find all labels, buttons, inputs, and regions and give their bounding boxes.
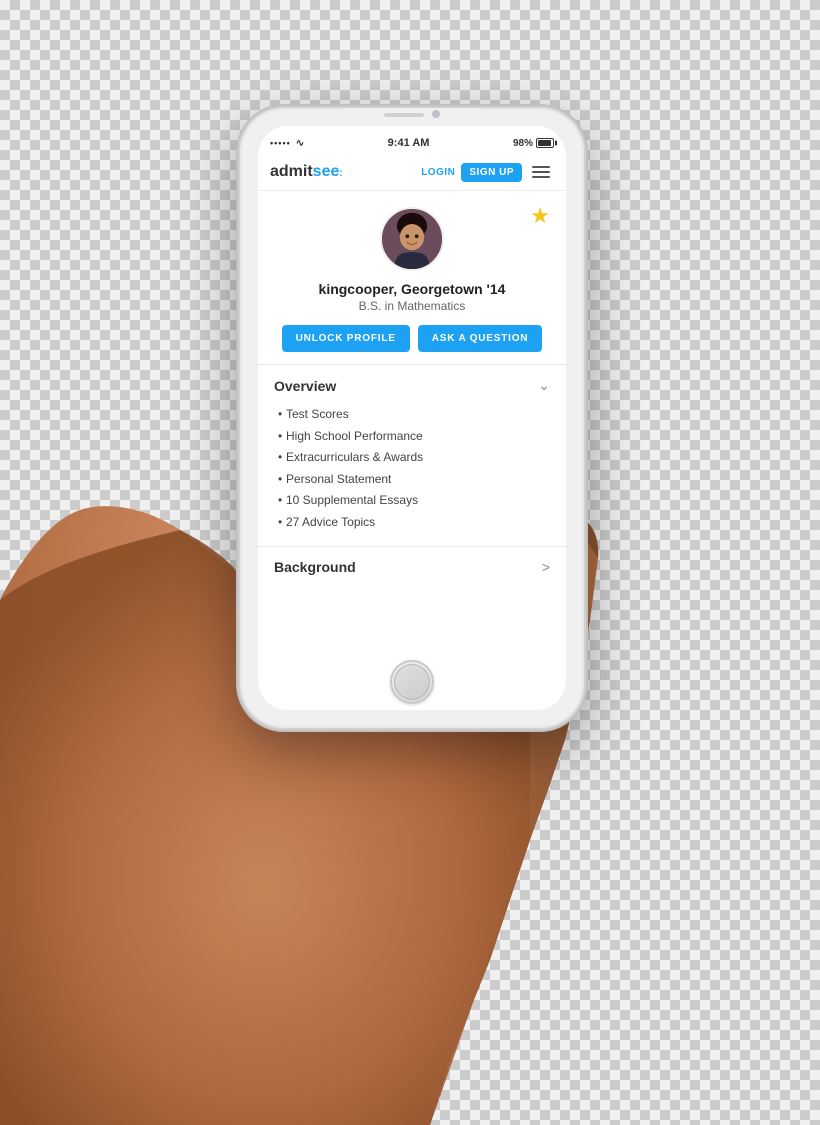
navbar: admitsee: LOGIN SIGN UP — [258, 154, 566, 191]
signup-button[interactable]: SIGN UP — [461, 163, 522, 182]
overview-title: Overview — [274, 378, 336, 394]
battery-icon — [536, 138, 554, 148]
hamburger-line-2 — [532, 171, 550, 173]
background-section: Background > — [258, 546, 566, 587]
signal-status: ••••• ∿ — [270, 138, 304, 149]
unlock-profile-button[interactable]: UNLOCK PROFILE — [282, 325, 410, 352]
battery-percentage: 98% — [513, 138, 533, 149]
profile-degree: B.S. in Mathematics — [359, 299, 466, 313]
overview-item-supplemental: 10 Supplemental Essays — [278, 490, 550, 512]
profile-name: kingcooper, Georgetown '14 — [319, 281, 506, 297]
profile-section: ★ — [258, 191, 566, 364]
time-display: 9:41 AM — [388, 137, 430, 149]
username: kingcooper, — [319, 281, 398, 297]
overview-item-extracurriculars: Extracurriculars & Awards — [278, 447, 550, 469]
phone-speaker — [384, 113, 424, 117]
home-button-inner — [394, 664, 430, 700]
star-icon[interactable]: ★ — [530, 203, 550, 229]
overview-item-hs-performance: High School Performance — [278, 426, 550, 448]
avatar — [380, 207, 444, 271]
hamburger-menu[interactable] — [528, 162, 554, 182]
battery-status: 98% — [513, 138, 554, 149]
login-button[interactable]: LOGIN — [421, 167, 455, 178]
logo-text-blue: see — [313, 163, 340, 180]
overview-section-header[interactable]: Overview ⌄ — [274, 377, 550, 394]
app-logo: admitsee: — [270, 163, 421, 181]
wifi-icon: ∿ — [296, 138, 304, 149]
hamburger-line-3 — [532, 176, 550, 178]
phone-device: ••••• ∿ 9:41 AM 98% admitsee: — [240, 108, 584, 728]
logo-suffix: : — [339, 168, 342, 179]
battery-fill — [538, 140, 551, 146]
ask-question-button[interactable]: ASK A QUESTION — [418, 325, 543, 352]
front-camera — [432, 110, 440, 118]
chevron-right-icon: > — [542, 559, 550, 575]
power-button — [584, 248, 588, 308]
signal-bars: ••••• — [270, 138, 291, 148]
nav-buttons: LOGIN SIGN UP — [421, 162, 554, 182]
overview-item-advice: 27 Advice Topics — [278, 512, 550, 534]
overview-list: Test Scores High School Performance Extr… — [274, 404, 550, 534]
home-button[interactable] — [390, 660, 434, 704]
overview-item-personal-statement: Personal Statement — [278, 469, 550, 491]
overview-item-test-scores: Test Scores — [278, 404, 550, 426]
profile-school: Georgetown '14 — [401, 281, 505, 297]
logo-text: admit — [270, 163, 313, 180]
avatar-image — [382, 209, 442, 269]
phone-notch — [342, 108, 482, 122]
phone-screen: ••••• ∿ 9:41 AM 98% admitsee: — [258, 126, 566, 710]
background-title: Background — [274, 559, 356, 575]
phone-shell: ••••• ∿ 9:41 AM 98% admitsee: — [240, 108, 584, 728]
hamburger-line-1 — [532, 166, 550, 168]
chevron-down-icon: ⌄ — [538, 377, 550, 394]
status-bar: ••••• ∿ 9:41 AM 98% — [258, 126, 566, 154]
background-section-header[interactable]: Background > — [274, 559, 550, 575]
overview-section: Overview ⌄ Test Scores High School Perfo… — [258, 364, 566, 546]
profile-actions: UNLOCK PROFILE ASK A QUESTION — [282, 325, 543, 352]
app-content: admitsee: LOGIN SIGN UP ★ — [258, 154, 566, 710]
